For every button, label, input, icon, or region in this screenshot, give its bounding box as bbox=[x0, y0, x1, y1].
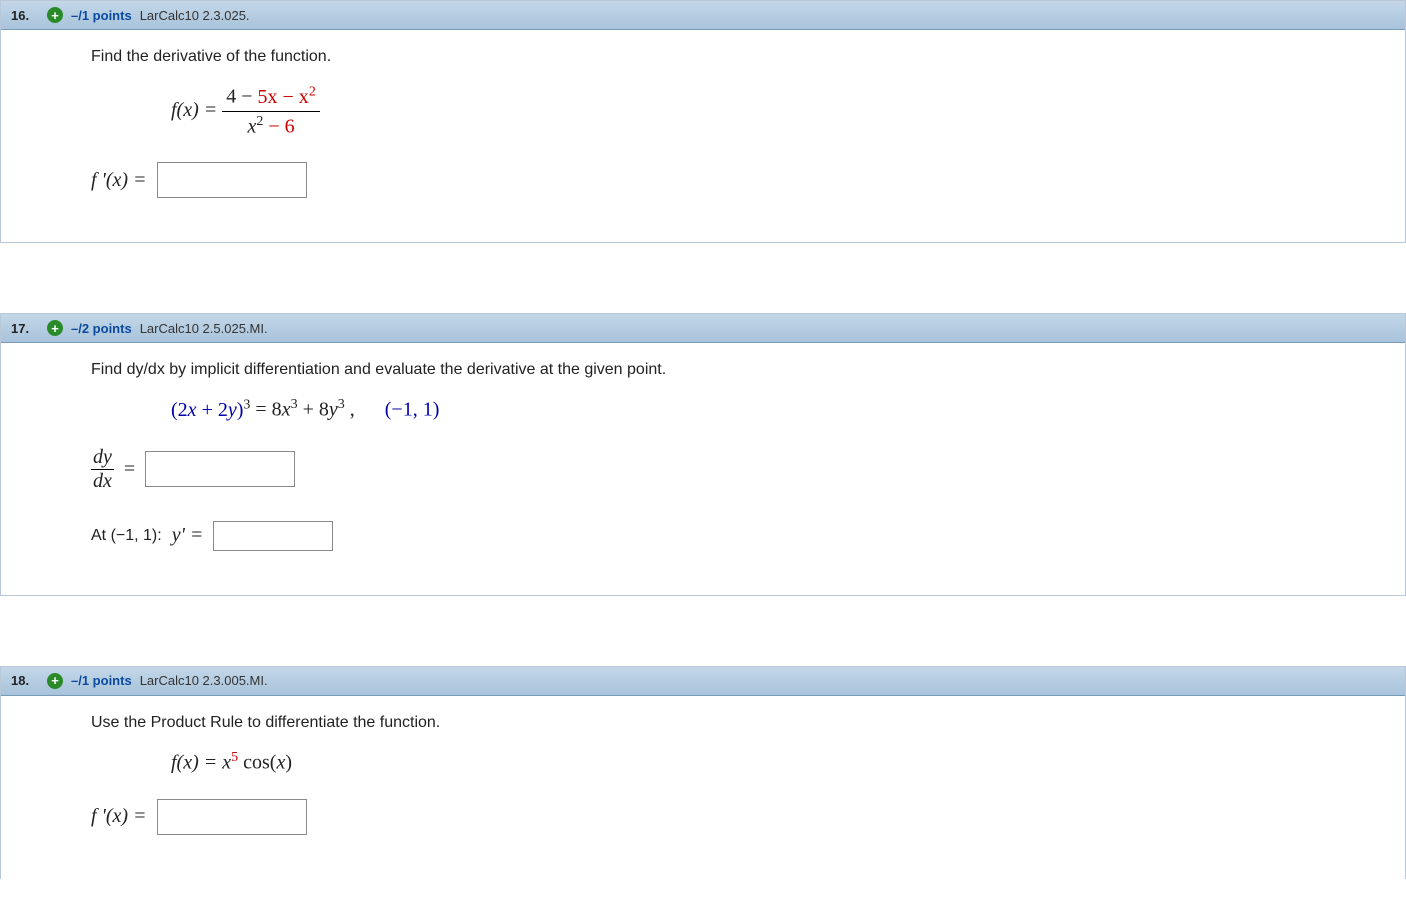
expand-icon[interactable]: + bbox=[47, 7, 63, 23]
points-label[interactable]: –/1 points bbox=[71, 8, 132, 23]
reference-label: LarCalc10 2.3.005.MI. bbox=[140, 673, 268, 688]
den-post: − 6 bbox=[263, 115, 294, 137]
eq-eq: = 8 bbox=[255, 399, 281, 421]
answer-label: f '(x) = bbox=[91, 169, 147, 192]
at-label-pre: At (−1, 1): bbox=[91, 527, 162, 545]
fraction: 4 − 5x − x2 x2 − 6 bbox=[222, 84, 320, 138]
num-sup: 2 bbox=[309, 84, 316, 99]
fx-lhs: f(x) = bbox=[171, 752, 222, 774]
eq-plus: + 8 bbox=[298, 399, 329, 421]
eq-comma: , bbox=[345, 399, 355, 421]
fx-cos: cos(x) bbox=[238, 752, 292, 774]
dy-label: dy bbox=[91, 446, 114, 470]
at-label-y: y' = bbox=[172, 524, 204, 547]
fx-lhs: f(x) = bbox=[171, 99, 222, 121]
dy-dx-input[interactable] bbox=[145, 451, 295, 487]
question-number: 17. bbox=[11, 321, 39, 336]
num-pre: 4 − bbox=[226, 86, 257, 108]
reference-label: LarCalc10 2.5.025.MI. bbox=[140, 321, 268, 336]
answer-row: f '(x) = bbox=[91, 799, 1375, 835]
question-number: 16. bbox=[11, 8, 39, 23]
question-body: Find dy/dx by implicit differentiation a… bbox=[1, 343, 1405, 595]
eq-x: x bbox=[282, 399, 291, 421]
function-expression: f(x) = 4 − 5x − x2 x2 − 6 bbox=[171, 84, 1375, 138]
eq-lhs: (2x + 2y)3 bbox=[171, 399, 250, 421]
at-point-input[interactable] bbox=[213, 521, 333, 551]
den-x: x bbox=[247, 115, 256, 137]
reference-label: LarCalc10 2.3.025. bbox=[140, 8, 250, 23]
denominator: x2 − 6 bbox=[222, 112, 320, 139]
question-body: Use the Product Rule to differentiate th… bbox=[1, 696, 1405, 879]
fx-x: x bbox=[222, 752, 231, 774]
question-18: 18. + –/1 points LarCalc10 2.3.005.MI. U… bbox=[0, 666, 1406, 879]
answer-label: f '(x) = bbox=[91, 805, 147, 828]
points-label[interactable]: –/2 points bbox=[71, 321, 132, 336]
answer-row: f '(x) = bbox=[91, 162, 1375, 198]
points-label[interactable]: –/1 points bbox=[71, 673, 132, 688]
question-header: 17. + –/2 points LarCalc10 2.5.025.MI. bbox=[1, 314, 1405, 343]
eq-y-sup: 3 bbox=[338, 397, 345, 412]
expand-icon[interactable]: + bbox=[47, 673, 63, 689]
eq-x-sup: 3 bbox=[291, 397, 298, 412]
expand-icon[interactable]: + bbox=[47, 320, 63, 336]
dy-dx-fraction: dy dx bbox=[91, 446, 114, 493]
prompt-text: Find dy/dx by implicit differentiation a… bbox=[91, 361, 1375, 379]
eq-point: (−1, 1) bbox=[385, 399, 440, 421]
question-number: 18. bbox=[11, 673, 39, 688]
equals-sign: = bbox=[124, 458, 135, 481]
dy-dx-row: dy dx = bbox=[91, 446, 1375, 493]
question-header: 18. + –/1 points LarCalc10 2.3.005.MI. bbox=[1, 667, 1405, 696]
at-point-row: At (−1, 1): y' = bbox=[91, 521, 1375, 551]
question-17: 17. + –/2 points LarCalc10 2.5.025.MI. F… bbox=[0, 313, 1406, 596]
numerator: 4 − 5x − x2 bbox=[222, 84, 320, 112]
answer-input[interactable] bbox=[157, 162, 307, 198]
prompt-text: Find the derivative of the function. bbox=[91, 48, 1375, 66]
answer-input[interactable] bbox=[157, 799, 307, 835]
eq-lhs-sup: 3 bbox=[243, 397, 250, 412]
question-header: 16. + –/1 points LarCalc10 2.3.025. bbox=[1, 1, 1405, 30]
question-16: 16. + –/1 points LarCalc10 2.3.025. Find… bbox=[0, 0, 1406, 243]
prompt-text: Use the Product Rule to differentiate th… bbox=[91, 714, 1375, 732]
dx-label: dx bbox=[91, 470, 114, 493]
function-expression: f(x) = x5 cos(x) bbox=[171, 750, 1375, 775]
num-red: 5x − x bbox=[258, 86, 309, 108]
eq-y: y bbox=[329, 399, 338, 421]
equation-expression: (2x + 2y)3 = 8x3 + 8y3 , (−1, 1) bbox=[171, 397, 1375, 422]
question-body: Find the derivative of the function. f(x… bbox=[1, 30, 1405, 242]
